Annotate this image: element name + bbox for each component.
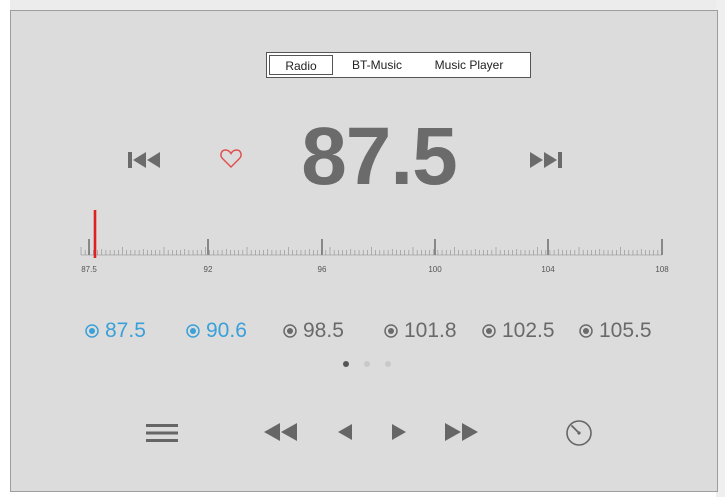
tuner-scale[interactable]: 87.5 92 96 100 104 108	[78, 208, 673, 278]
preset-label: 105.5	[599, 319, 652, 342]
gauge-icon	[566, 420, 592, 446]
preset-label: 101.8	[404, 319, 457, 342]
tab-radio[interactable]: Radio	[269, 55, 333, 75]
play-icon	[392, 424, 406, 440]
preset-label: 98.5	[303, 319, 344, 342]
heart-icon	[220, 149, 242, 169]
preset-item[interactable]: 101.8	[383, 316, 457, 346]
page-dot[interactable]	[385, 361, 391, 367]
radio-icon	[579, 324, 593, 338]
preset-item[interactable]: 105.5	[578, 316, 652, 346]
preset-item[interactable]: 87.5	[84, 316, 146, 346]
tick-label: 104	[541, 265, 555, 274]
preset-item[interactable]: 90.6	[185, 316, 247, 346]
menu-icon	[146, 424, 178, 442]
preset-label: 90.6	[206, 319, 247, 342]
radio-selected-icon	[186, 324, 200, 338]
preset-list: 87.5 90.6 98.5 101.8 102.5 105.5	[82, 316, 682, 346]
current-frequency: 87.5	[301, 111, 458, 202]
favorite-button[interactable]	[219, 146, 243, 170]
tick-label: 100	[428, 265, 442, 274]
tuner-ticks	[80, 210, 663, 259]
page-dot[interactable]	[343, 361, 349, 367]
page-dot[interactable]	[364, 361, 370, 367]
source-tabs: Radio BT-Music Music Player	[266, 52, 531, 78]
page-indicator	[340, 361, 394, 371]
preset-item[interactable]: 98.5	[282, 316, 344, 346]
fast-forward-icon	[445, 423, 478, 441]
rewind-icon	[264, 423, 297, 441]
previous-station-button[interactable]	[126, 148, 170, 172]
skip-previous-icon	[128, 152, 160, 168]
next-station-button[interactable]	[526, 148, 572, 172]
radio-icon	[283, 324, 297, 338]
play-button[interactable]	[388, 420, 410, 444]
tick-label: 87.5	[81, 265, 97, 274]
skip-next-icon	[530, 152, 562, 168]
preset-label: 102.5	[502, 319, 555, 342]
menu-button[interactable]	[144, 422, 180, 444]
rewind-button[interactable]	[262, 420, 300, 444]
tab-bt-music[interactable]: BT-Music	[333, 55, 421, 75]
radio-icon	[384, 324, 398, 338]
gauge-button[interactable]	[563, 417, 595, 449]
radio-icon	[482, 324, 496, 338]
step-back-icon	[338, 424, 352, 440]
step-back-button[interactable]	[334, 420, 356, 444]
tick-label: 96	[317, 265, 327, 274]
tick-label: 108	[655, 265, 669, 274]
tab-music-player[interactable]: Music Player	[421, 55, 517, 75]
preset-label: 87.5	[105, 319, 146, 342]
preset-item[interactable]: 102.5	[481, 316, 555, 346]
fast-forward-button[interactable]	[442, 420, 480, 444]
tick-label: 92	[203, 265, 213, 274]
radio-selected-icon	[85, 324, 99, 338]
